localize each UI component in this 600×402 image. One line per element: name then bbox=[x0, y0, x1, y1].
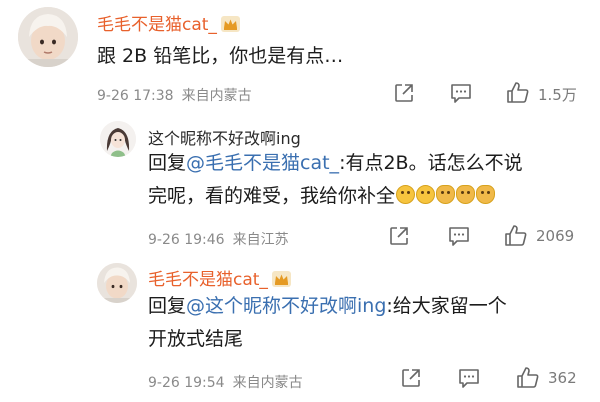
share-icon[interactable] bbox=[393, 82, 415, 104]
timestamp: 9-26 17:38 bbox=[97, 88, 174, 104]
location: 来自江苏 bbox=[232, 232, 289, 248]
laugh-emoji-icon bbox=[416, 185, 436, 204]
username-text[interactable]: 这个昵称不好改啊ing bbox=[148, 129, 301, 148]
comment-text-part: 完呢，看的难受，我给你补全 bbox=[148, 185, 396, 207]
laugh-emoji-icon bbox=[396, 185, 416, 204]
mention-link[interactable]: @毛毛不是猫cat_ bbox=[186, 152, 339, 174]
comment-text-part: 开放式结尾 bbox=[148, 328, 244, 350]
comment-icon[interactable] bbox=[448, 225, 470, 247]
comment-line: 跟 2B 铅笔比，你也是有点… bbox=[97, 45, 344, 67]
like-icon[interactable] bbox=[506, 81, 530, 105]
comment-line: 回复@毛毛不是猫cat_:有点2B。话怎么不说 bbox=[148, 147, 523, 180]
reply-prefix: 回复 bbox=[148, 295, 187, 317]
location: 来自内蒙古 bbox=[232, 375, 303, 391]
comment-text: 回复@这个昵称不好改啊ing:给大家留一个 开放式结尾 bbox=[148, 290, 507, 356]
reply-prefix: 回复 bbox=[148, 152, 187, 174]
crown-badge-icon bbox=[220, 16, 240, 32]
comment-icon[interactable] bbox=[458, 367, 480, 389]
avatar[interactable] bbox=[18, 7, 78, 67]
avatar-girl-icon bbox=[100, 121, 136, 157]
location: 来自内蒙古 bbox=[181, 88, 252, 104]
comment-meta: 9-26 17:38 来自内蒙古 bbox=[97, 85, 252, 105]
comment-1: 毛毛不是猫cat_ 跟 2B 铅笔比，你也是有点… 9-26 17:38 来自内蒙… bbox=[0, 0, 600, 114]
username[interactable]: 毛毛不是猫cat_ bbox=[97, 10, 240, 35]
cat-emoji-icon bbox=[436, 185, 456, 204]
username-text[interactable]: 毛毛不是猫cat_ bbox=[97, 15, 217, 35]
username[interactable]: 毛毛不是猫cat_ bbox=[148, 265, 291, 290]
comment-line: 回复@这个昵称不好改啊ing:给大家留一个 bbox=[148, 290, 507, 323]
like-count: 2069 bbox=[536, 227, 575, 245]
comment-text: 回复@毛毛不是猫cat_:有点2B。话怎么不说 完呢，看的难受，我给你补全 bbox=[148, 147, 523, 213]
share-icon[interactable] bbox=[388, 225, 410, 247]
comment-text-part: :有点2B。话怎么不说 bbox=[339, 152, 523, 174]
cat-emoji-icon bbox=[476, 185, 496, 204]
comment-3: 毛毛不是猫cat_ 回复@这个昵称不好改啊ing:给大家留一个 开放式结尾 9-… bbox=[0, 256, 600, 402]
mention-link[interactable]: @这个昵称不好改啊ing bbox=[186, 295, 386, 317]
avatar-baby-icon bbox=[97, 263, 137, 303]
username-text[interactable]: 毛毛不是猫cat_ bbox=[148, 270, 268, 290]
crown-badge-icon bbox=[271, 271, 291, 287]
comment-meta: 9-26 19:54 来自内蒙古 bbox=[148, 372, 303, 392]
avatar[interactable] bbox=[100, 121, 136, 157]
avatar-baby-icon bbox=[18, 7, 78, 67]
comment-text-part: :给大家留一个 bbox=[386, 295, 507, 317]
share-icon[interactable] bbox=[400, 367, 422, 389]
comment-line: 开放式结尾 bbox=[148, 323, 507, 356]
comment-2: 这个昵称不好改啊ing 回复@毛毛不是猫cat_:有点2B。话怎么不说 完呢，看… bbox=[0, 114, 600, 256]
like-icon[interactable] bbox=[516, 366, 540, 390]
cat-emoji-icon bbox=[456, 185, 476, 204]
avatar[interactable] bbox=[97, 263, 137, 303]
like-icon[interactable] bbox=[504, 224, 528, 248]
like-count: 362 bbox=[548, 369, 577, 387]
timestamp: 9-26 19:46 bbox=[148, 232, 225, 248]
timestamp: 9-26 19:54 bbox=[148, 375, 225, 391]
like-count: 1.5万 bbox=[538, 86, 577, 104]
comment-icon[interactable] bbox=[450, 82, 472, 104]
comment-line: 完呢，看的难受，我给你补全 bbox=[148, 180, 523, 213]
username[interactable]: 这个昵称不好改啊ing bbox=[148, 125, 301, 149]
comment-meta: 9-26 19:46 来自江苏 bbox=[148, 229, 289, 249]
comment-text: 跟 2B 铅笔比，你也是有点… bbox=[97, 40, 343, 73]
